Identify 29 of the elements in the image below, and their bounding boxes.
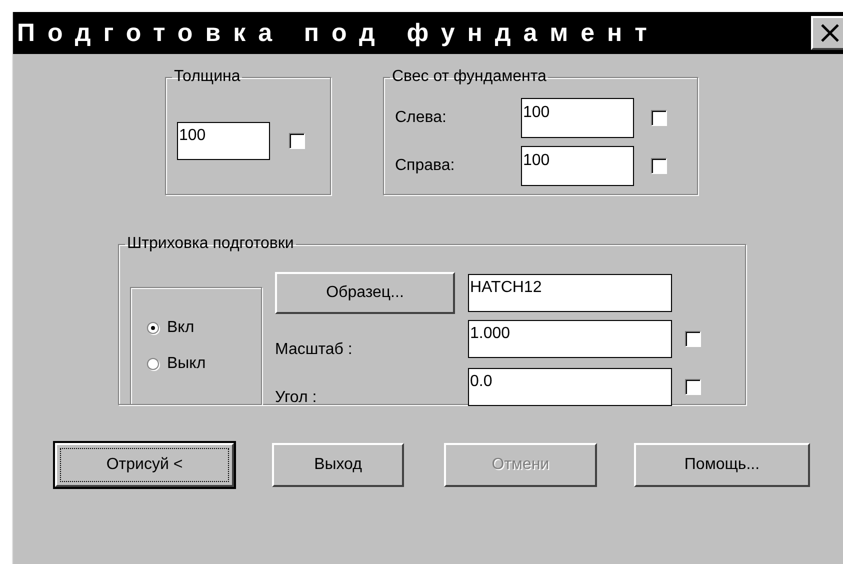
sample-button[interactable]: Образец... bbox=[275, 272, 455, 314]
field-label: Справа: bbox=[395, 157, 456, 175]
input-field[interactable]: 0.0 bbox=[468, 368, 672, 406]
input-field[interactable]: 100 bbox=[177, 122, 270, 160]
radio-button[interactable] bbox=[147, 322, 159, 334]
group-label: Свес от фундамента bbox=[391, 68, 548, 86]
dialog-button[interactable]: Отрисуй < bbox=[55, 443, 234, 487]
input-field[interactable]: HATCH12 bbox=[468, 274, 672, 312]
field-label: Слева: bbox=[395, 109, 448, 127]
group-label: Штриховка подготовки bbox=[126, 235, 295, 253]
checkbox[interactable] bbox=[685, 379, 701, 395]
radio-option[interactable]: Вкл bbox=[147, 319, 261, 337]
close-button[interactable] bbox=[811, 16, 843, 50]
checkbox[interactable] bbox=[651, 110, 667, 126]
close-icon bbox=[819, 22, 841, 44]
input-field[interactable]: 100 bbox=[521, 98, 634, 138]
field-label: Угол : bbox=[275, 389, 318, 407]
checkbox[interactable] bbox=[289, 133, 305, 149]
input-field[interactable]: 100 bbox=[521, 146, 634, 186]
input-field[interactable]: 1.000 bbox=[468, 320, 672, 358]
checkbox[interactable] bbox=[651, 158, 667, 174]
window-title: Подготовка под фундамент bbox=[17, 18, 660, 48]
dialog-button[interactable]: Выход bbox=[272, 443, 404, 487]
dialog-button[interactable]: Помощь... bbox=[634, 443, 810, 487]
radio-button[interactable] bbox=[147, 358, 159, 370]
field-label: Масштаб : bbox=[275, 341, 354, 359]
radio-option[interactable]: Выкл bbox=[147, 355, 261, 373]
checkbox[interactable] bbox=[685, 331, 701, 347]
group-label: Толщина bbox=[173, 68, 242, 86]
